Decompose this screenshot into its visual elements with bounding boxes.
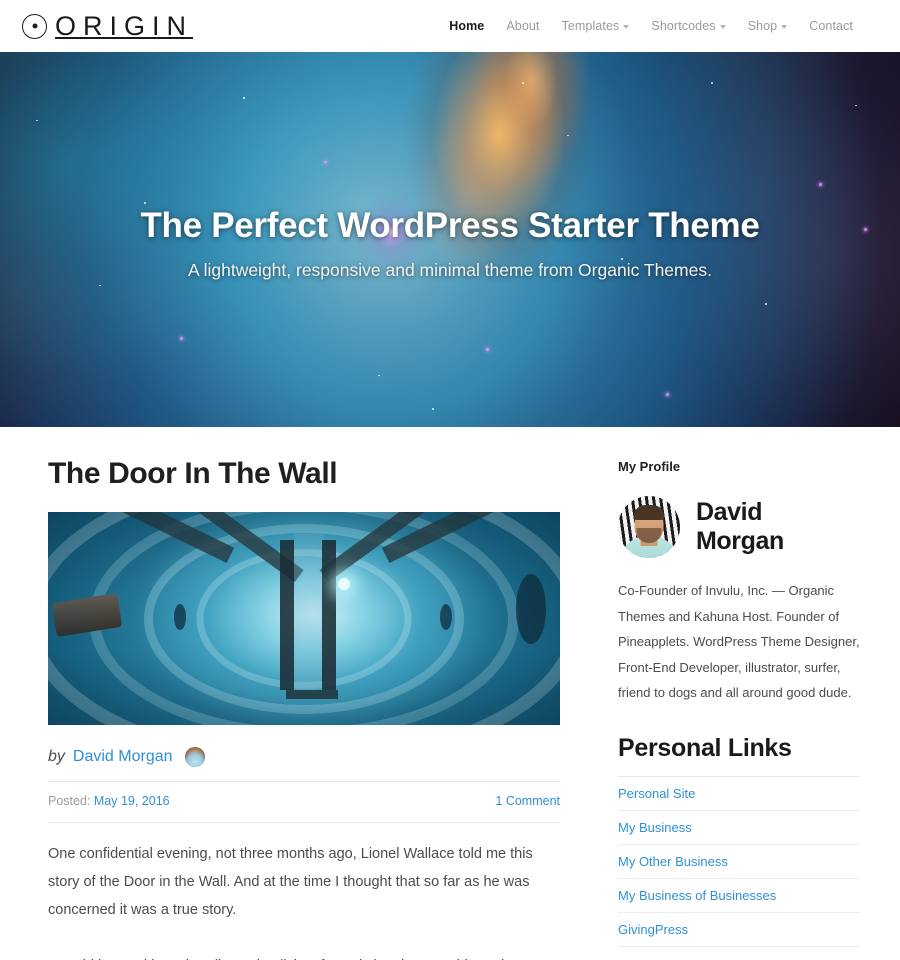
sidebar: My Profile David Morgan Co-Founder of In… <box>618 427 860 960</box>
chevron-down-icon <box>623 25 630 29</box>
hero-title: The Perfect WordPress Starter Theme <box>140 206 760 245</box>
site-header: ORIGIN Home About Templates Shortcodes S… <box>0 0 900 52</box>
hero-subtitle: A lightweight, responsive and minimal th… <box>188 260 712 280</box>
nav-item-shortcodes-label: Shortcodes <box>651 19 716 33</box>
nav-item-about-label: About <box>506 19 540 33</box>
chevron-down-icon <box>781 25 788 29</box>
hero-banner: The Perfect WordPress Starter Theme A li… <box>0 52 900 427</box>
nav-item-templates-label: Templates <box>561 19 620 33</box>
widget-title-personal-links: Personal Links <box>618 734 860 778</box>
site-logo[interactable]: ORIGIN <box>14 10 194 41</box>
post-author-link[interactable]: David Morgan <box>73 748 173 766</box>
author-avatar <box>184 747 205 767</box>
personal-links-list: Personal Site My Business My Other Busin… <box>618 777 860 948</box>
nav-item-about[interactable]: About <box>495 15 550 37</box>
post-featured-image[interactable] <box>48 512 560 725</box>
widget-my-profile: My Profile David Morgan Co-Founder of In… <box>618 459 860 706</box>
posted-label: Posted: <box>48 794 91 808</box>
post-meta: Posted: May 19, 2016 1 Comment <box>48 782 560 823</box>
profile-avatar <box>618 496 680 558</box>
personal-link-my-business[interactable]: My Business <box>618 811 860 844</box>
profile-name-line1: David <box>696 498 763 526</box>
nav-item-templates[interactable]: Templates <box>551 15 641 37</box>
personal-link-personal-site[interactable]: Personal Site <box>618 777 860 810</box>
post-date-group: Posted: May 19, 2016 <box>48 794 170 808</box>
list-item: My Business <box>618 811 860 846</box>
widget-title-my-profile: My Profile <box>618 459 681 474</box>
widget-personal-links: Personal Links Personal Site My Business… <box>618 734 860 960</box>
profile-name: David Morgan <box>696 498 784 556</box>
post-paragraph: He told it me with such a direct simplic… <box>48 953 560 960</box>
site-logo-text: ORIGIN <box>55 10 194 41</box>
page-body: The Door In The Wall by David Morgan Pos… <box>0 427 900 960</box>
nav-item-home-label: Home <box>449 19 485 33</box>
chevron-down-icon <box>719 25 726 29</box>
list-item: GivingPress <box>618 913 860 948</box>
profile-header: David Morgan <box>618 496 860 558</box>
main-navigation: Home About Templates Shortcodes Shop Con… <box>438 15 864 37</box>
nav-item-shortcodes[interactable]: Shortcodes <box>640 15 736 37</box>
profile-name-line2: Morgan <box>696 527 784 555</box>
post-byline: by David Morgan <box>48 747 560 782</box>
list-item: My Other Business <box>618 845 860 880</box>
post-title[interactable]: The Door In The Wall <box>48 457 560 491</box>
nav-item-shop[interactable]: Shop <box>737 15 799 37</box>
list-item: Personal Site <box>618 777 860 812</box>
list-item: My Business of Businesses <box>618 879 860 914</box>
post-paragraph: One confidential evening, not three mont… <box>48 846 533 918</box>
nav-item-shop-label: Shop <box>747 19 778 33</box>
profile-bio: Co-Founder of Invulu, Inc. — Organic The… <box>618 583 860 701</box>
view-full-profile-link[interactable]: View Full Profile → <box>618 947 728 960</box>
byline-prefix: by <box>48 748 65 765</box>
nav-item-contact-label: Contact <box>809 19 853 33</box>
main-content: The Door In The Wall by David Morgan Pos… <box>48 427 560 960</box>
nav-item-contact[interactable]: Contact <box>798 15 864 37</box>
personal-link-my-other-business[interactable]: My Other Business <box>618 845 860 878</box>
circle-dot-icon <box>22 13 47 39</box>
personal-link-my-business-of-businesses[interactable]: My Business of Businesses <box>618 879 860 912</box>
personal-link-givingpress[interactable]: GivingPress <box>618 913 860 946</box>
nav-item-home[interactable]: Home <box>438 15 495 37</box>
post-comments-link[interactable]: 1 Comment <box>495 794 560 808</box>
post-date-link[interactable]: May 19, 2016 <box>94 794 170 808</box>
post-body: One confidential evening, not three mont… <box>48 823 560 960</box>
